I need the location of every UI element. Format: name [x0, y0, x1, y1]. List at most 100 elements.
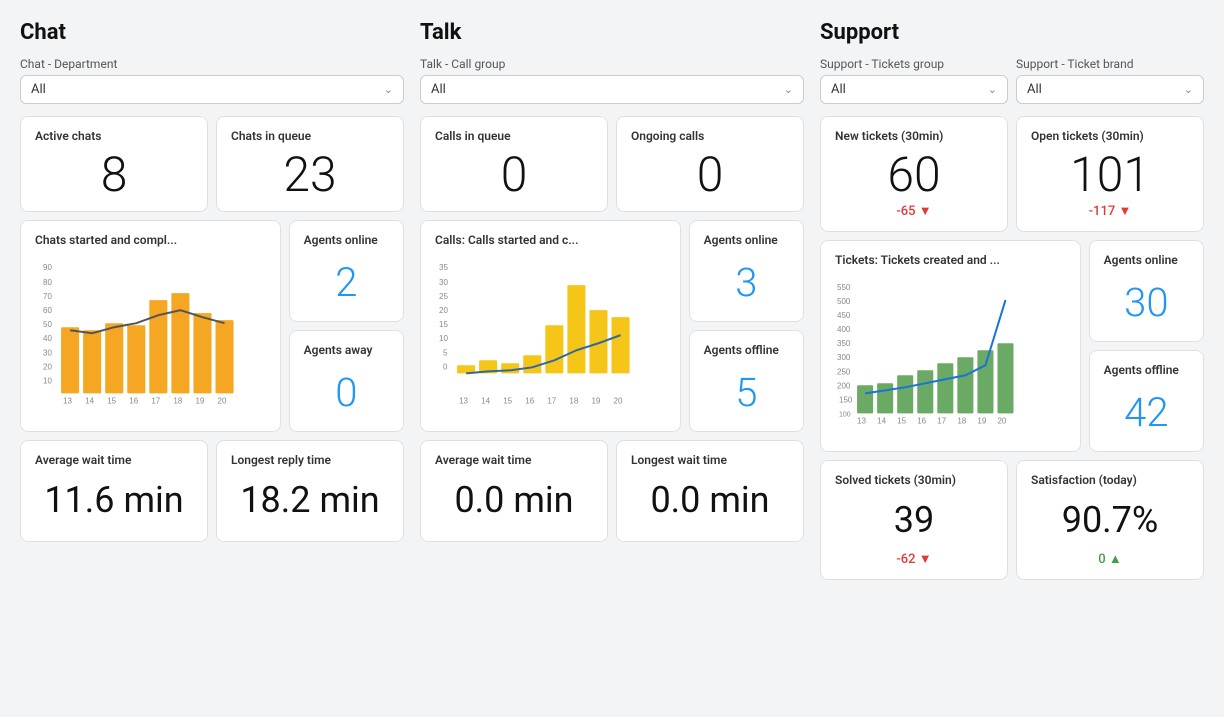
chat-title: Chat — [20, 20, 404, 45]
svg-text:15: 15 — [107, 396, 116, 405]
support-filter2-select[interactable]: All ⌄ — [1016, 75, 1204, 104]
support-chart-card: Tickets: Tickets created and ... 550 500… — [820, 240, 1081, 452]
svg-text:20: 20 — [614, 396, 623, 405]
svg-text:20: 20 — [43, 362, 52, 371]
svg-text:50: 50 — [43, 320, 52, 329]
solved-tickets-label: Solved tickets (30min) — [835, 473, 993, 487]
talk-middle-section: Calls: Calls started and c... 35 30 25 2… — [420, 220, 804, 432]
satisfaction-card: Satisfaction (today) 90.7% 0 ▲ — [1016, 460, 1204, 580]
support-agents-offline-label: Agents offline — [1104, 363, 1189, 377]
new-tickets-card: New tickets (30min) 60 -65 ▼ — [820, 116, 1008, 232]
chat-filters: Chat - Department All ⌄ — [20, 57, 404, 104]
solved-tickets-card: Solved tickets (30min) 39 -62 ▼ — [820, 460, 1008, 580]
chat-chart-card: Chats started and compl... 90 80 70 60 5… — [20, 220, 281, 432]
svg-text:20: 20 — [439, 306, 448, 315]
svg-text:13: 13 — [857, 416, 866, 425]
talk-chart-area: 35 30 25 20 15 10 5 0 — [435, 255, 666, 419]
svg-text:15: 15 — [439, 320, 448, 329]
talk-agents-offline-label: Agents offline — [704, 343, 789, 357]
talk-avg-wait-label: Average wait time — [435, 453, 593, 467]
chats-queue-value: 23 — [231, 151, 389, 199]
satisfaction-label: Satisfaction (today) — [1031, 473, 1189, 487]
support-filter1-select[interactable]: All ⌄ — [820, 75, 1008, 104]
chevron-down-icon: ⌄ — [784, 83, 793, 96]
support-agents-online-card: Agents online 30 — [1089, 240, 1204, 342]
new-tickets-label: New tickets (30min) — [835, 129, 993, 143]
chat-agents-away-card: Agents away 0 — [289, 330, 404, 432]
svg-text:500: 500 — [837, 297, 851, 306]
chat-filter-select[interactable]: All ⌄ — [20, 75, 404, 104]
support-title: Support — [820, 20, 1204, 45]
calls-queue-card: Calls in queue 0 — [420, 116, 608, 212]
svg-text:17: 17 — [937, 416, 946, 425]
dashboard: Chat Chat - Department All ⌄ Active chat… — [20, 20, 1204, 580]
solved-tickets-value: 39 — [835, 491, 993, 549]
talk-top-cards: Calls in queue 0 Ongoing calls 0 — [420, 116, 804, 212]
chat-section: Chat Chat - Department All ⌄ Active chat… — [20, 20, 404, 580]
solved-tickets-delta: -62 ▼ — [835, 551, 993, 567]
svg-text:10: 10 — [439, 334, 448, 343]
chevron-down-icon: ⌄ — [1184, 83, 1193, 96]
chat-middle-section: Chats started and compl... 90 80 70 60 5… — [20, 220, 404, 432]
support-top-cards: New tickets (30min) 60 -65 ▼ Open ticket… — [820, 116, 1204, 232]
support-side-cards: Agents online 30 Agents offline 42 — [1089, 240, 1204, 452]
chat-agents-online-value: 2 — [304, 255, 389, 309]
chat-side-cards: Agents online 2 Agents away 0 — [289, 220, 404, 432]
satisfaction-value: 90.7% — [1031, 491, 1189, 549]
svg-text:550: 550 — [837, 283, 851, 292]
talk-filter-select[interactable]: All ⌄ — [420, 75, 804, 104]
svg-text:40: 40 — [43, 334, 52, 343]
support-filter1-label: Support - Tickets group — [820, 57, 1008, 71]
active-chats-value: 8 — [35, 151, 193, 199]
down-triangle-icon: ▼ — [1118, 204, 1131, 219]
chat-chart-svg: 90 80 70 60 50 40 30 20 10 — [35, 255, 266, 415]
support-agents-offline-card: Agents offline 42 — [1089, 350, 1204, 452]
support-agents-online-value: 30 — [1104, 275, 1189, 329]
talk-section: Talk Talk - Call group All ⌄ Calls in qu… — [420, 20, 804, 580]
svg-text:14: 14 — [877, 416, 886, 425]
talk-filters: Talk - Call group All ⌄ — [420, 57, 804, 104]
chat-avg-wait-label: Average wait time — [35, 453, 193, 467]
talk-avg-wait-card: Average wait time 0.0 min — [420, 440, 608, 542]
svg-text:16: 16 — [129, 396, 138, 405]
down-triangle-icon: ▼ — [919, 204, 932, 219]
svg-text:19: 19 — [591, 396, 600, 405]
talk-chart-card: Calls: Calls started and c... 35 30 25 2… — [420, 220, 681, 432]
support-filter-group2: Support - Ticket brand All ⌄ — [1016, 57, 1204, 104]
talk-chart-title: Calls: Calls started and c... — [435, 233, 666, 247]
svg-text:350: 350 — [837, 339, 851, 348]
svg-text:15: 15 — [503, 396, 512, 405]
talk-bottom-cards: Average wait time 0.0 min Longest wait t… — [420, 440, 804, 542]
open-tickets-card: Open tickets (30min) 101 -117 ▼ — [1016, 116, 1204, 232]
new-tickets-delta: -65 ▼ — [835, 203, 993, 219]
svg-text:14: 14 — [481, 396, 490, 405]
chat-longest-reply-label: Longest reply time — [231, 453, 389, 467]
svg-text:20: 20 — [997, 416, 1006, 425]
svg-text:150: 150 — [839, 395, 853, 404]
chevron-down-icon: ⌄ — [384, 83, 393, 96]
support-agents-offline-value: 42 — [1104, 385, 1189, 439]
svg-text:30: 30 — [43, 348, 52, 357]
satisfaction-delta: 0 ▲ — [1031, 551, 1189, 567]
chat-agents-online-label: Agents online — [304, 233, 389, 247]
support-bottom-cards: Solved tickets (30min) 39 -62 ▼ Satisfac… — [820, 460, 1204, 580]
support-middle-section: Tickets: Tickets created and ... 550 500… — [820, 240, 1204, 452]
svg-text:25: 25 — [439, 292, 448, 301]
chat-chart-area: 90 80 70 60 50 40 30 20 10 — [35, 255, 266, 419]
ongoing-calls-value: 0 — [631, 151, 789, 199]
ongoing-calls-card: Ongoing calls 0 — [616, 116, 804, 212]
calls-queue-label: Calls in queue — [435, 129, 593, 143]
active-chats-card: Active chats 8 — [20, 116, 208, 212]
chevron-down-icon: ⌄ — [988, 83, 997, 96]
talk-agents-offline-card: Agents offline 5 — [689, 330, 804, 432]
down-triangle-icon: ▼ — [919, 552, 932, 567]
svg-text:18: 18 — [173, 396, 182, 405]
chat-avg-wait-card: Average wait time 11.6 min — [20, 440, 208, 542]
talk-avg-wait-value: 0.0 min — [435, 471, 593, 529]
up-triangle-icon: ▲ — [1109, 552, 1122, 567]
support-chart-area: 550 500 450 400 350 300 250 200 150 100 — [835, 275, 1066, 439]
svg-text:18: 18 — [957, 416, 966, 425]
chat-bottom-cards: Average wait time 11.6 min Longest reply… — [20, 440, 404, 542]
svg-text:10: 10 — [43, 376, 52, 385]
support-filter2-label: Support - Ticket brand — [1016, 57, 1204, 71]
